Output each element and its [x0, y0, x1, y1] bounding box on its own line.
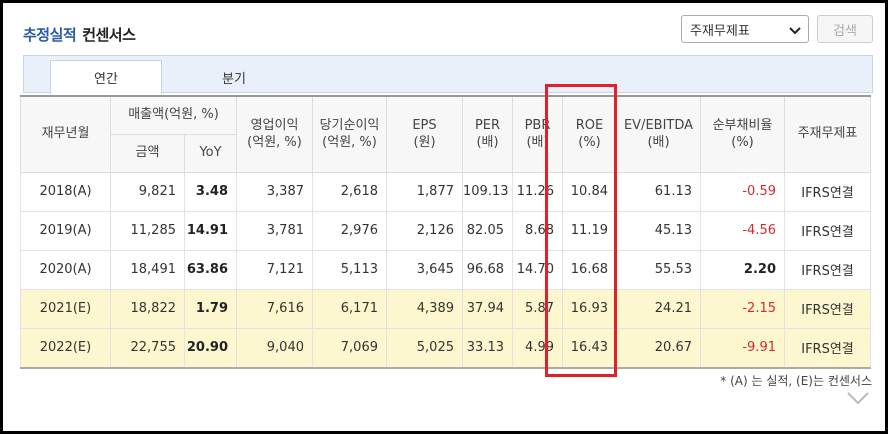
cell-pbr: 8.68 [512, 210, 563, 251]
cell-pbr: 14.70 [512, 249, 563, 290]
cell-per: 109.13 [462, 171, 513, 212]
statement-type-select[interactable]: 주재무제표 [681, 15, 809, 43]
cell-ev: 55.53 [616, 249, 701, 290]
cell-roe: 16.68 [562, 249, 617, 290]
cell-sales: 11,285 [110, 210, 185, 251]
cell-eps: 1,877 [386, 171, 463, 212]
cell-net: 5,113 [312, 249, 387, 290]
cell-eps: 5,025 [386, 327, 463, 369]
cell-per: 96.68 [462, 249, 513, 290]
section-title: 추정실적 컨센서스 [23, 23, 136, 45]
cell-roe: 11.19 [562, 210, 617, 251]
cell-period: 2022(E) [20, 327, 111, 369]
cell-yoy: 63.86 [184, 249, 237, 290]
cell-net: 2,976 [312, 210, 387, 251]
cell-op: 7,616 [236, 288, 313, 329]
tab-quarterly[interactable]: 분기 [184, 60, 284, 94]
title-sub: 컨센서스 [82, 25, 136, 44]
header-eps: EPS (원) [386, 95, 463, 173]
cell-eps: 2,126 [386, 210, 463, 251]
cell-sales: 18,822 [110, 288, 185, 329]
cell-ev: 20.67 [616, 327, 701, 369]
cell-pbr: 4.99 [512, 327, 563, 369]
header-per: PER (배) [462, 95, 513, 173]
consensus-table: 재무년월 매출액(억원, %) 영업이익 (억원, %) 당기순이익 (억원, %)… [20, 95, 871, 369]
header-roe: ROE (%) [562, 95, 617, 173]
cell-per: 33.13 [462, 327, 513, 369]
cell-yoy: 20.90 [184, 327, 237, 369]
cell-net: 7,069 [312, 327, 387, 369]
chevron-down-icon[interactable] [846, 390, 870, 406]
cell-eps: 3,645 [386, 249, 463, 290]
footnote: * (A) 는 실적, (E)는 컨센서스 [720, 374, 872, 388]
header-debt-ratio: 순부채비율 (%) [700, 95, 785, 173]
table-row: 2020(A) 18,491 63.86 7,121 5,113 3,645 9… [20, 249, 871, 290]
cell-ev: 61.13 [616, 171, 701, 212]
table-row: 2022(E) 22,755 20.90 9,040 7,069 5,025 3… [20, 327, 871, 369]
cell-debt: -9.91 [700, 327, 785, 369]
cell-net: 2,618 [312, 171, 387, 212]
cell-per: 82.05 [462, 210, 513, 251]
cell-debt: -2.15 [700, 288, 785, 329]
table-row: 2018(A) 9,821 3.48 3,387 2,618 1,877 109… [20, 171, 871, 212]
header-fs-type: 주재무제표 [784, 95, 871, 173]
cell-net: 6,171 [312, 288, 387, 329]
select-value: 주재무제표 [690, 23, 750, 39]
cell-debt: -4.56 [700, 210, 785, 251]
cell-pbr: 5.87 [512, 288, 563, 329]
header-period: 재무년월 [20, 95, 111, 173]
cell-period: 2019(A) [20, 210, 111, 251]
header-sales-amount: 금액 [110, 133, 185, 173]
tab-annual[interactable]: 연간 [50, 60, 162, 94]
cell-period: 2018(A) [20, 171, 111, 212]
cell-eps: 4,389 [386, 288, 463, 329]
search-button[interactable]: 검색 [817, 15, 873, 43]
cell-roe: 10.84 [562, 171, 617, 212]
cell-pbr: 11.26 [512, 171, 563, 212]
title-main: 추정실적 [23, 25, 77, 44]
cell-fs: IFRS연결 [784, 171, 871, 212]
cell-yoy: 14.91 [184, 210, 237, 251]
cell-op: 3,387 [236, 171, 313, 212]
cell-debt: 2.20 [700, 249, 785, 290]
cell-fs: IFRS연결 [784, 210, 871, 251]
cell-op: 3,781 [236, 210, 313, 251]
cell-op: 9,040 [236, 327, 313, 369]
header-sales-group: 매출액(억원, %) [110, 95, 237, 135]
cell-debt: -0.59 [700, 171, 785, 212]
cell-period: 2020(A) [20, 249, 111, 290]
cell-per: 37.94 [462, 288, 513, 329]
header-op-income: 영업이익 (억원, %) [236, 95, 313, 173]
cell-yoy: 3.48 [184, 171, 237, 212]
header-pbr: PBR (배) [512, 95, 563, 173]
header-sales-yoy: YoY [184, 133, 237, 173]
table-row: 2021(E) 18,822 1.79 7,616 6,171 4,389 37… [20, 288, 871, 329]
cell-sales: 22,755 [110, 327, 185, 369]
cell-op: 7,121 [236, 249, 313, 290]
cell-fs: IFRS연결 [784, 288, 871, 329]
header-net-income: 당기순이익 (억원, %) [312, 95, 387, 173]
cell-fs: IFRS연결 [784, 249, 871, 290]
cell-sales: 18,491 [110, 249, 185, 290]
cell-period: 2021(E) [20, 288, 111, 329]
period-tabs: 연간 분기 [23, 55, 873, 94]
table-row: 2019(A) 11,285 14.91 3,781 2,976 2,126 8… [20, 210, 871, 251]
cell-fs: IFRS연결 [784, 327, 871, 369]
cell-roe: 16.93 [562, 288, 617, 329]
header-ev-ebitda: EV/EBITDA (배) [616, 95, 701, 173]
chevron-down-icon [789, 27, 801, 35]
cell-roe: 16.43 [562, 327, 617, 369]
cell-ev: 24.21 [616, 288, 701, 329]
cell-ev: 45.13 [616, 210, 701, 251]
cell-yoy: 1.79 [184, 288, 237, 329]
cell-sales: 9,821 [110, 171, 185, 212]
